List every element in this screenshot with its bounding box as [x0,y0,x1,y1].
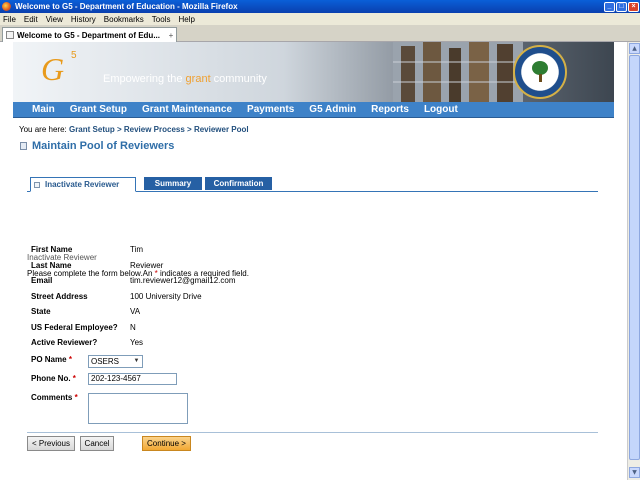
menu-file[interactable]: File [3,15,16,24]
form-divider [27,432,598,433]
nav-grant-setup[interactable]: Grant Setup [70,104,127,115]
field-label: Last Name [31,261,72,270]
field-label: Active Reviewer? [31,338,98,347]
po-name-label: PO Name * [31,355,72,364]
comments-textarea[interactable] [88,393,188,424]
tab-checkbox-icon [34,181,40,188]
po-name-select[interactable]: OSERS ▼ [88,355,143,368]
main-navbar: Main Grant Setup Grant Maintenance Payme… [13,102,614,118]
menubar: File Edit View History Bookmarks Tools H… [0,13,640,25]
nav-payments[interactable]: Payments [247,104,294,115]
banner-tagline: Empowering the grant community [103,73,267,85]
field-value: Yes [130,338,144,347]
firefox-icon [2,2,11,11]
nav-grant-maintenance[interactable]: Grant Maintenance [142,104,232,115]
page-title-text: Maintain Pool of Reviewers [32,140,175,152]
menu-history[interactable]: History [71,15,96,24]
nav-logout[interactable]: Logout [424,104,458,115]
nav-g5-admin[interactable]: G5 Admin [309,104,356,115]
minimize-button[interactable]: _ [604,1,615,12]
browser-tab-title: Welcome to G5 - Department of Edu... [17,30,160,40]
document-icon [20,142,27,150]
window-titlebar: Welcome to G5 - Department of Education … [0,0,640,13]
tab-inactivate-reviewer[interactable]: Inactivate Reviewer [30,177,136,192]
continue-button[interactable]: Continue > [142,436,191,451]
seal-trunk [539,74,542,82]
vertical-scrollbar[interactable]: ▲ ▼ [627,42,640,480]
field-value: 100 University Drive [130,292,202,301]
field-value: N [130,323,136,332]
browser-tabbar: Welcome to G5 - Department of Edu... + [0,25,640,42]
field-label: Email [31,276,53,285]
breadcrumb-prefix: You are here: [19,125,69,134]
window-title: Welcome to G5 - Department of Education … [15,2,238,11]
page-icon [6,31,14,39]
department-of-education-seal-icon [513,45,567,99]
menu-edit[interactable]: Edit [24,15,38,24]
field-label: US Federal Employee? [31,323,118,332]
nav-main[interactable]: Main [32,104,55,115]
maximize-button[interactable]: □ [616,1,627,12]
new-tab-icon[interactable]: + [166,31,176,40]
page-title: Maintain Pool of Reviewers [20,140,174,152]
field-label: First Name [31,245,73,254]
scrollbar-thumb[interactable] [629,55,640,460]
g5-banner: G 5 Empowering the grant community [13,42,614,102]
field-value: Tim [130,245,144,254]
seal-tree-icon [532,61,548,75]
comments-label: Comments * [31,393,78,402]
cancel-button[interactable]: Cancel [80,436,114,451]
field-value: Reviewer [130,261,164,270]
close-window-button[interactable]: × [628,1,639,12]
browser-tab[interactable]: Welcome to G5 - Department of Edu... + [2,27,177,42]
library-shelves-image [393,42,523,102]
wizard-tabs: Inactivate Reviewer Summary Confirmation [27,177,598,192]
chevron-down-icon: ▼ [133,358,140,364]
field-value: VA [130,307,141,316]
breadcrumb-review-process[interactable]: Review Process [124,125,185,134]
menu-help[interactable]: Help [178,15,194,24]
scroll-down-icon[interactable]: ▼ [629,467,640,478]
field-label: State [31,307,51,316]
field-label: Street Address [31,292,88,301]
previous-button[interactable]: < Previous [27,436,75,451]
tab-summary[interactable]: Summary [144,177,202,190]
phone-input[interactable]: 202-123-4567 [88,373,177,385]
scroll-up-icon[interactable]: ▲ [629,43,640,54]
breadcrumb-grant-setup[interactable]: Grant Setup [69,125,115,134]
menu-bookmarks[interactable]: Bookmarks [104,15,144,24]
tab-confirmation[interactable]: Confirmation [205,177,272,190]
g5-logo-superscript: 5 [71,50,77,61]
breadcrumb-reviewer-pool[interactable]: Reviewer Pool [194,125,249,134]
g5-logo: G [41,51,65,87]
menu-view[interactable]: View [46,15,63,24]
po-name-selected-value: OSERS [91,357,120,366]
field-value: tim.reviewer12@gmail12.com [130,276,236,285]
phone-label: Phone No. * [31,374,76,383]
nav-reports[interactable]: Reports [371,104,409,115]
breadcrumb: You are here: Grant Setup > Review Proce… [19,125,249,134]
page-viewport: G 5 Empowering the grant community Main … [0,42,627,480]
menu-tools[interactable]: Tools [152,15,171,24]
